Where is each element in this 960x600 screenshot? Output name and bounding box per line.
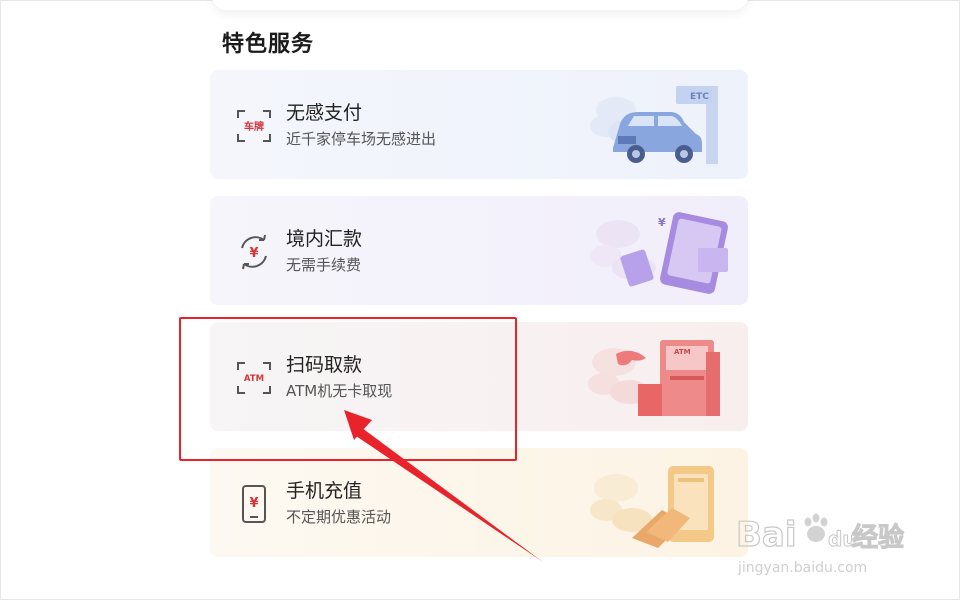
phone-recharge-illustration [590,466,714,548]
watermark-bai: Bai [736,515,797,555]
icon-text: ¥ [249,496,258,511]
atm-label: ATM [674,348,691,356]
highlight-box [179,317,517,461]
service-subtitle: 近千家停车场无感进出 [286,130,437,148]
service-card-phone-topup[interactable]: ¥ 手机充值 不定期优惠活动 [210,448,748,557]
service-title: 境内汇款 [286,228,363,250]
icon-text: ¥ [249,246,258,261]
license-plate-scan-icon: 车牌 [237,110,271,142]
service-card-domestic-remittance[interactable]: ¥ 境内汇款 无需手续费 ¥ [210,196,748,305]
phone-transfer-illustration: ¥ [590,212,728,294]
service-title: 无感支付 [286,102,363,124]
yuan-transfer-icon: ¥ [241,234,267,270]
previous-card-edge [212,0,748,10]
service-subtitle: 无需手续费 [286,256,362,274]
paw-logo [804,513,828,542]
yuan-mark: ¥ [658,216,666,229]
phone-yuan-icon: ¥ [242,485,266,523]
icon-text: 车牌 [244,120,264,133]
watermark-cn: 经验 [852,522,904,553]
atm-machine-illustration: ATM [588,340,720,416]
service-card-no-sense-payment[interactable]: 车牌 无感支付 近千家停车场无感进出 ETC [210,70,748,179]
car-etc-illustration: ETC [590,86,718,164]
baidu-jingyan-watermark: Bai du 经验 jingyan.baidu.com [736,513,905,576]
etc-label: ETC [690,92,709,102]
section-title: 特色服务 [222,32,315,57]
service-title: 手机充值 [286,480,363,502]
service-subtitle: 不定期优惠活动 [286,508,392,526]
watermark-url: jingyan.baidu.com [737,560,867,576]
